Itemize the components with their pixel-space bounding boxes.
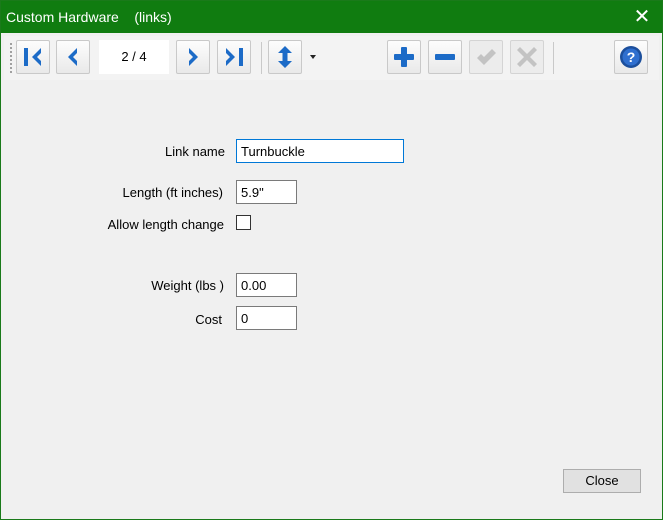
first-record-icon [24, 48, 41, 66]
sort-dropdown-arrow-icon[interactable] [310, 55, 316, 59]
cancel-icon [517, 47, 537, 67]
length-input[interactable] [236, 180, 297, 204]
last-record-button[interactable] [217, 40, 251, 74]
cancel-button[interactable] [510, 40, 544, 74]
next-record-button[interactable] [176, 40, 210, 74]
record-position: 2 / 4 [99, 40, 169, 74]
add-record-button[interactable] [387, 40, 421, 74]
previous-record-icon [68, 48, 77, 66]
help-button[interactable]: ? [614, 40, 648, 74]
cost-label: Cost [195, 312, 222, 327]
toolbar-separator [553, 42, 554, 74]
length-label: Length (ft inches) [122, 185, 223, 200]
first-record-button[interactable] [16, 40, 50, 74]
link-name-label: Link name [165, 144, 225, 159]
navigation-toolbar: 2 / 4 ? [4, 36, 659, 80]
add-icon [394, 47, 414, 67]
confirm-icon [477, 49, 496, 65]
toolbar-grip[interactable] [9, 42, 13, 74]
previous-record-button[interactable] [56, 40, 90, 74]
custom-hardware-window: Custom Hardware (links) ✕ 2 / 4 ? Link n… [0, 0, 663, 520]
sort-icon [278, 46, 292, 68]
allow-length-change-label: Allow length change [107, 217, 224, 232]
help-icon: ? [620, 46, 642, 68]
link-name-input[interactable] [236, 139, 404, 163]
allow-length-change-checkbox[interactable] [236, 215, 251, 230]
cost-input[interactable] [236, 306, 297, 330]
sort-button[interactable] [268, 40, 302, 74]
window-title: Custom Hardware (links) [6, 9, 172, 25]
toolbar-separator [261, 42, 262, 74]
remove-record-button[interactable] [428, 40, 462, 74]
close-button[interactable]: Close [563, 469, 641, 493]
next-record-icon [189, 48, 198, 66]
last-record-icon [226, 48, 243, 66]
window-close-button[interactable]: ✕ [628, 3, 656, 31]
confirm-button[interactable] [469, 40, 503, 74]
remove-icon [435, 54, 455, 60]
svg-text:?: ? [627, 49, 636, 65]
weight-label: Weight (lbs ) [151, 278, 224, 293]
weight-input[interactable] [236, 273, 297, 297]
title-bar: Custom Hardware (links) ✕ [1, 1, 662, 33]
